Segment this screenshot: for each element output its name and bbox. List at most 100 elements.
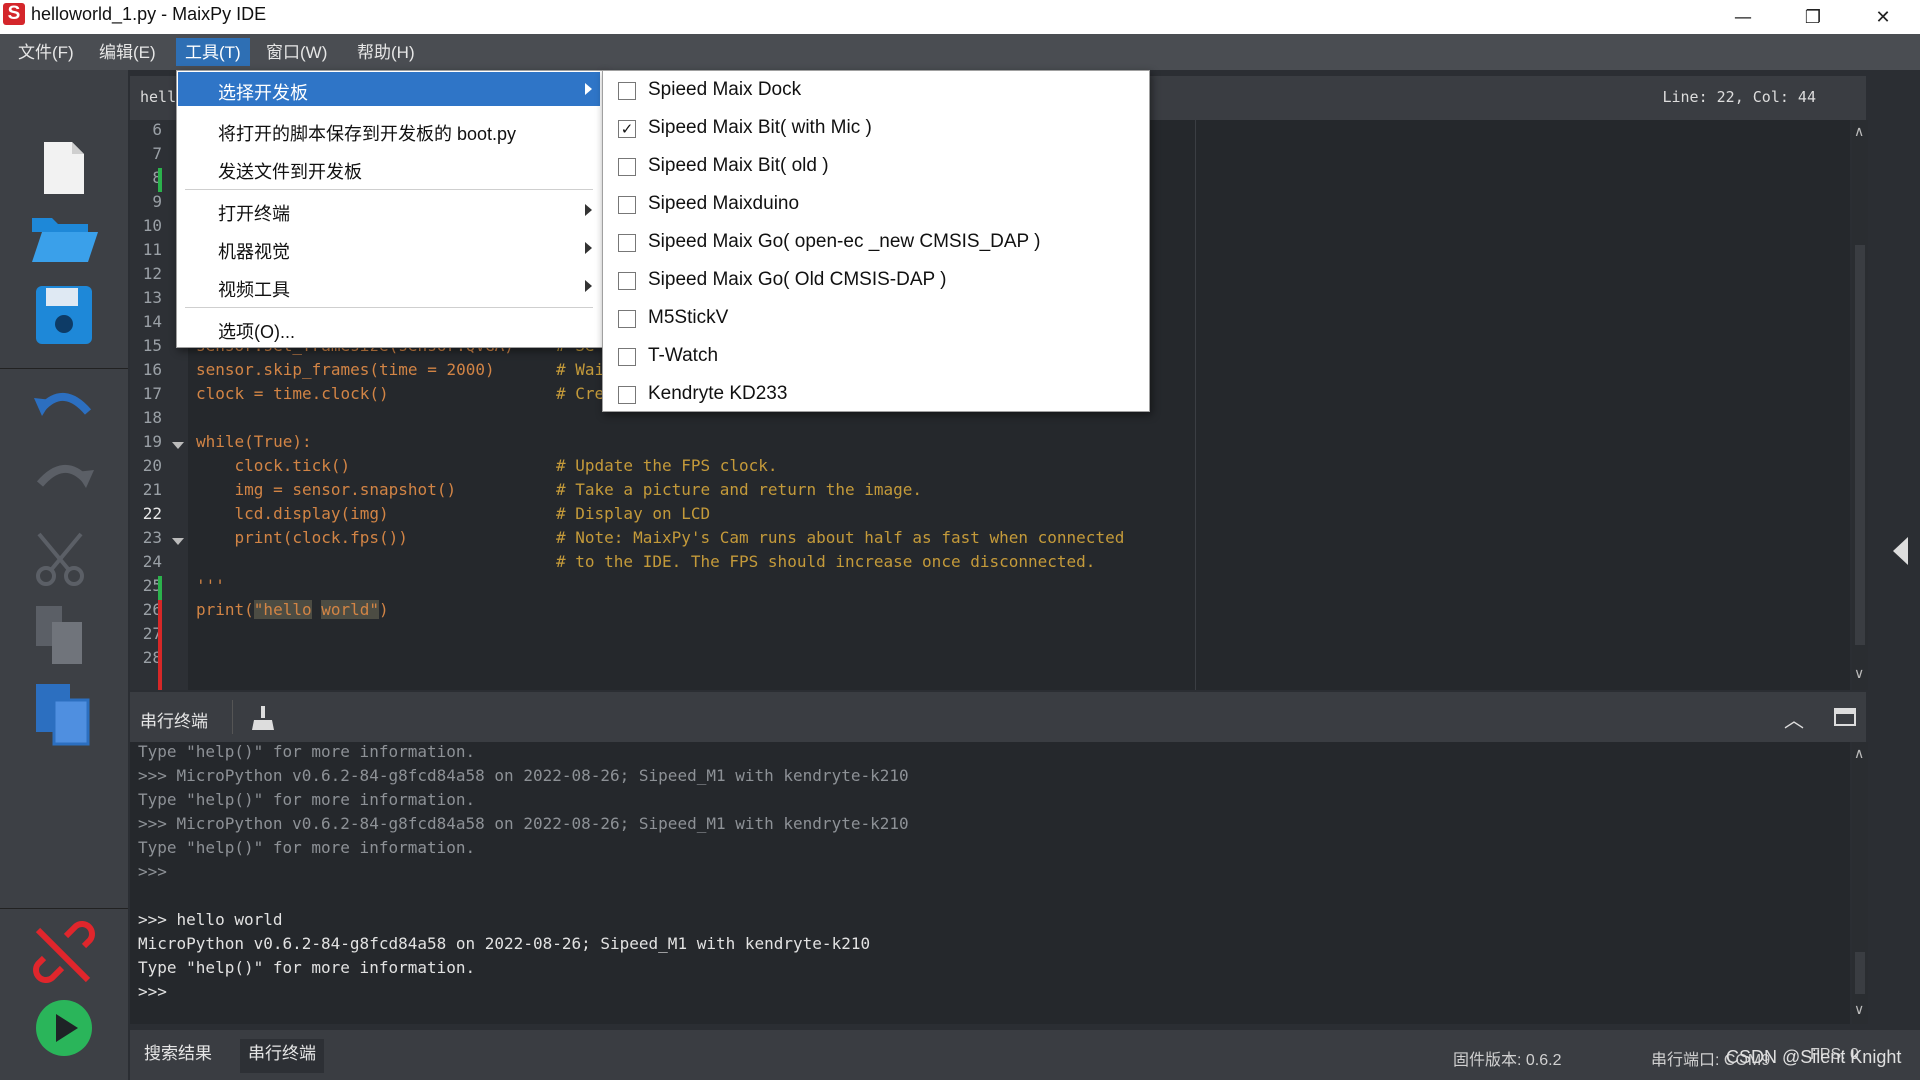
disconnect-button[interactable] [26,918,102,986]
disconnect-icon [33,921,95,983]
code-line: sensor.skip_frames(time = 2000) [196,360,495,379]
menu-help[interactable]: 帮助(H) [348,38,424,66]
checkbox[interactable] [618,82,636,100]
new-file-icon [44,142,84,194]
menu-item-machine-vision[interactable]: 机器视觉 [178,231,600,265]
menu-tools[interactable]: 工具(T) [176,38,250,66]
menu-item-label: 将打开的脚本保存到开发板的 boot.py [218,124,517,144]
cut-button[interactable] [26,526,102,594]
copy-icon [36,606,82,664]
checkbox[interactable] [618,196,636,214]
checkbox[interactable] [618,348,636,366]
unsaved-marker [158,600,162,690]
scroll-thumb[interactable] [1855,952,1865,994]
line-number: 23 [142,528,162,547]
board-option-label: M5StickV [648,307,729,328]
undo-icon [34,393,92,416]
board-option[interactable]: M5StickV [604,299,1148,337]
menu-item-open-terminal[interactable]: 打开终端 [178,193,600,227]
watermark: CSDN @Silent Knight [1726,1047,1902,1067]
menu-item-select-board[interactable]: 选择开发板 [178,72,600,106]
terminal-line: >>> hello world [138,910,283,929]
scroll-down-icon[interactable]: ∨ [1854,666,1864,682]
menu-item-send-file[interactable]: 发送文件到开发板 [178,151,600,185]
minimize-button[interactable]: — [1708,0,1778,34]
menu-item-label: 选择开发板 [218,83,308,103]
board-option[interactable]: Sipeed Maix Go( Old CMSIS-DAP ) [604,261,1148,299]
code-line: img = sensor.snapshot() [196,480,457,499]
left-toolbar [0,70,128,1080]
menu-file[interactable]: 文件(F) [9,38,83,66]
menu-item-video-tools[interactable]: 视频工具 [178,269,600,303]
checkbox[interactable] [618,310,636,328]
terminal-line: >>> MicroPython v0.6.2-84-g8fcd84a58 on … [138,814,909,833]
clear-terminal-icon[interactable] [250,704,278,732]
restore-icon: ❐ [1804,6,1822,28]
menu-item-label: 机器视觉 [218,242,290,262]
checkbox-checked[interactable]: ✓ [618,120,636,138]
close-panel-icon[interactable] [1834,708,1856,726]
board-option-label: Sipeed Maix Bit( with Mic ) [648,117,872,138]
new-file-button[interactable] [26,132,102,200]
serial-terminal[interactable]: Type "help()" for more information. >>> … [130,742,1850,1024]
code-line-print: print("hello world") [196,600,389,619]
scroll-up-icon[interactable]: ∧ [1854,746,1864,762]
tab-serial-terminal[interactable]: 串行终端 [240,1039,324,1073]
board-option[interactable]: Sipeed Maixduino [604,185,1148,223]
paste-icon [36,684,90,746]
line-number: 9 [152,192,162,211]
terminal-line: >>> MicroPython v0.6.2-84-g8fcd84a58 on … [138,766,909,785]
close-icon: ✕ [1875,6,1891,28]
window-title: helloworld_1.py - MaixPy IDE [31,4,267,24]
run-button[interactable] [26,994,102,1062]
app-icon: S [3,3,25,25]
fold-arrow-icon[interactable] [172,538,184,545]
copy-button[interactable] [26,600,102,668]
board-option[interactable]: Kendryte KD233 [604,375,1148,413]
terminal-scrollbar[interactable]: ∧ ∨ [1852,742,1868,1024]
checkbox[interactable] [618,386,636,404]
play-icon [36,1000,92,1056]
menu-item-label: 打开终端 [218,204,290,224]
cursor-position: Line: 22, Col: 44 [1662,88,1816,106]
minimize-icon: — [1734,6,1752,28]
board-option[interactable]: Spieed Maix Dock [604,71,1148,109]
board-option[interactable]: ✓ Sipeed Maix Bit( with Mic ) [604,109,1148,147]
code-comment: # Display on LCD [556,504,711,523]
code-line: ''' [196,576,225,595]
menu-item-save-boot[interactable]: 将打开的脚本保存到开发板的 boot.py [178,113,600,147]
fold-arrow-icon[interactable] [172,442,184,449]
code-comment: # Cre [556,384,605,403]
checkbox[interactable] [618,234,636,252]
tab-search-results[interactable]: 搜索结果 [136,1039,220,1073]
open-file-button[interactable] [26,204,102,272]
file-tab[interactable]: hell [140,88,176,106]
line-number: 17 [142,384,162,403]
maximize-terminal-icon[interactable]: ︿ [1784,704,1804,733]
scroll-up-icon[interactable]: ∧ [1854,124,1864,140]
menu-bar: 文件(F) 编辑(E) 工具(T) 窗口(W) 帮助(H) [0,34,1920,70]
undo-button[interactable] [26,378,102,446]
collapse-panel-icon[interactable] [1893,537,1908,565]
line-number: 18 [142,408,162,427]
board-option[interactable]: Sipeed Maix Go( open-ec _new CMSIS_DAP ) [604,223,1148,261]
checkbox[interactable] [618,272,636,290]
redo-button[interactable] [26,450,102,518]
menu-window[interactable]: 窗口(W) [257,38,336,66]
paste-button[interactable] [26,678,102,746]
save-file-button[interactable] [26,280,102,348]
scissors-icon [36,532,84,586]
save-icon [36,286,92,344]
close-button[interactable]: ✕ [1848,0,1918,34]
editor-scrollbar[interactable]: ∧ ∨ [1852,120,1868,690]
board-option-label: Kendryte KD233 [648,383,788,404]
submenu-arrow-icon [585,204,592,216]
scroll-down-icon[interactable]: ∨ [1854,1002,1864,1018]
menu-edit[interactable]: 编辑(E) [90,38,165,66]
board-option[interactable]: T-Watch [604,337,1148,375]
checkbox[interactable] [618,158,636,176]
restore-button[interactable]: ❐ [1778,0,1848,34]
board-option[interactable]: Sipeed Maix Bit( old ) [604,147,1148,185]
menu-item-options[interactable]: 选项(O)... [178,311,600,345]
scroll-thumb[interactable] [1855,245,1865,645]
